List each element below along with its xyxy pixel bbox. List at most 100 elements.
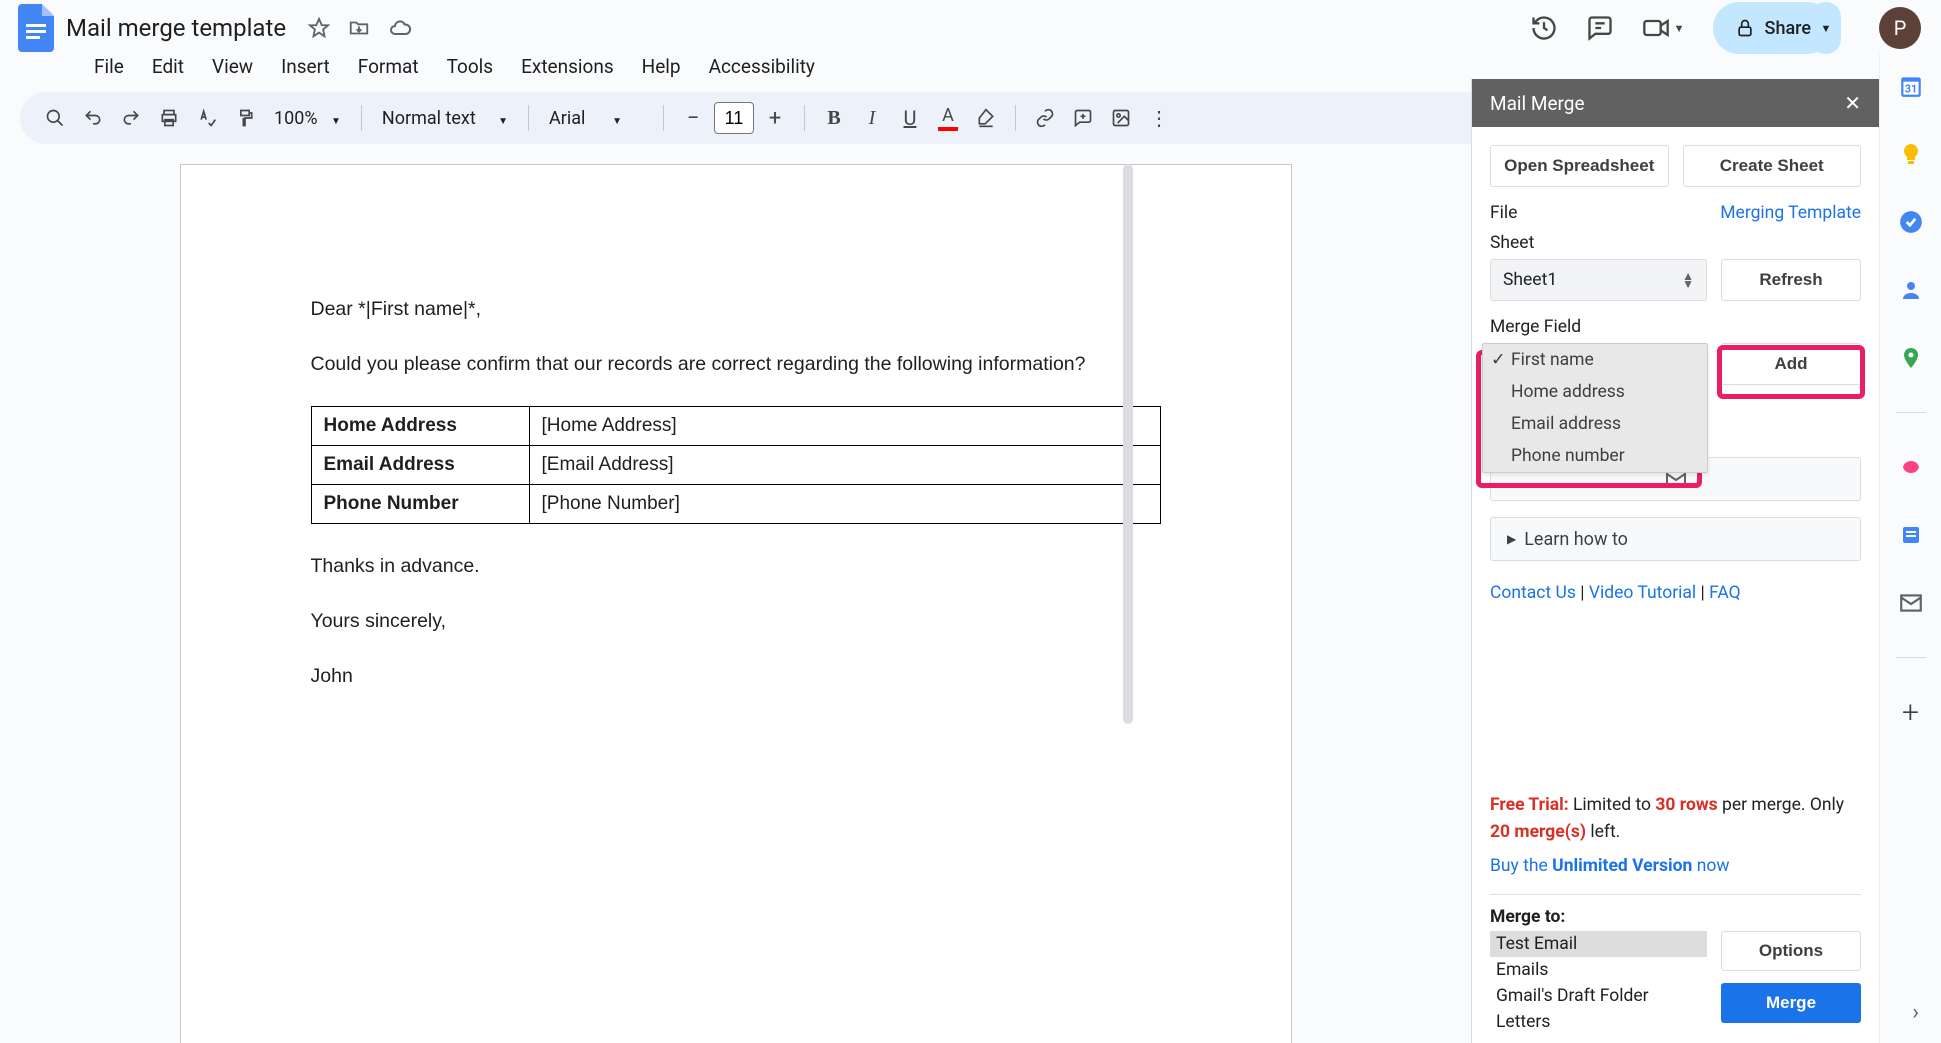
- menu-help[interactable]: Help: [630, 51, 693, 82]
- text-color-icon[interactable]: A: [931, 101, 965, 135]
- lock-icon: [1735, 18, 1755, 38]
- zoom-select[interactable]: 100% ▼: [266, 108, 349, 129]
- docs-logo-icon[interactable]: [10, 2, 62, 54]
- star-icon[interactable]: [308, 17, 330, 39]
- highlight-color-icon[interactable]: [969, 101, 1003, 135]
- history-icon[interactable]: [1530, 14, 1558, 42]
- merge-to-option[interactable]: Gmail's Draft Folder: [1490, 983, 1707, 1009]
- add-button[interactable]: Add: [1721, 343, 1861, 385]
- contacts-icon[interactable]: [1897, 276, 1925, 304]
- merge-field-option[interactable]: Phone number: [1483, 440, 1707, 472]
- merge-field-option[interactable]: First name: [1483, 344, 1707, 376]
- menu-extensions[interactable]: Extensions: [509, 51, 626, 82]
- table-value[interactable]: [Phone Number]: [529, 484, 1160, 523]
- side-rail: 31 +: [1879, 54, 1941, 1043]
- merge-to-list[interactable]: Test Email Emails Gmail's Draft Folder L…: [1490, 931, 1707, 1035]
- doc-signature[interactable]: John: [311, 662, 1161, 691]
- print-icon[interactable]: [152, 101, 186, 135]
- sheet-label: Sheet: [1490, 233, 1861, 253]
- insert-comment-icon[interactable]: [1066, 101, 1100, 135]
- comments-icon[interactable]: [1586, 14, 1614, 42]
- refresh-button[interactable]: Refresh: [1721, 259, 1861, 301]
- move-icon[interactable]: [348, 17, 370, 39]
- merge-to-option[interactable]: Letters: [1490, 1009, 1707, 1035]
- panel-title: Mail Merge: [1490, 92, 1585, 115]
- tasks-icon[interactable]: [1897, 208, 1925, 236]
- merge-field-label: Merge Field: [1490, 317, 1861, 337]
- menu-file[interactable]: File: [82, 51, 136, 82]
- merging-template-link[interactable]: Merging Template: [1720, 203, 1861, 223]
- bold-icon[interactable]: B: [817, 101, 851, 135]
- addon-icon-2[interactable]: [1897, 521, 1925, 549]
- table-label[interactable]: Home Address: [311, 406, 529, 445]
- table-label[interactable]: Phone Number: [311, 484, 529, 523]
- maps-icon[interactable]: [1897, 344, 1925, 372]
- table-value[interactable]: [Home Address]: [529, 406, 1160, 445]
- increase-font-icon[interactable]: +: [758, 101, 792, 135]
- faq-link[interactable]: FAQ: [1709, 583, 1741, 603]
- meet-icon[interactable]: ▼: [1642, 14, 1685, 42]
- merge-field-option[interactable]: Home address: [1483, 376, 1707, 408]
- video-tutorial-link[interactable]: Video Tutorial: [1589, 583, 1696, 603]
- font-family-select[interactable]: Arial ▼: [541, 108, 651, 129]
- search-icon[interactable]: [38, 101, 72, 135]
- doc-intro[interactable]: Could you please confirm that our record…: [311, 350, 1161, 379]
- learn-how-to[interactable]: ▶ Learn how to: [1490, 517, 1861, 561]
- addon-icon-1[interactable]: [1897, 453, 1925, 481]
- paragraph-style-select[interactable]: Normal text ▼: [374, 108, 516, 129]
- italic-icon[interactable]: I: [855, 101, 889, 135]
- expand-rail-icon[interactable]: ›: [1912, 1000, 1919, 1025]
- contact-link[interactable]: Contact Us: [1490, 583, 1576, 603]
- menu-tools[interactable]: Tools: [435, 51, 506, 82]
- doc-greeting[interactable]: Dear *|First name|*,: [311, 295, 1161, 324]
- document-canvas[interactable]: Dear *|First name|*, Could you please co…: [0, 154, 1471, 1043]
- merge-field-dropdown[interactable]: First name Home address Email address Ph…: [1482, 343, 1708, 473]
- spellcheck-icon[interactable]: [190, 101, 224, 135]
- redo-icon[interactable]: [114, 101, 148, 135]
- table-row: Home Address[Home Address]: [311, 406, 1160, 445]
- undo-icon[interactable]: [76, 101, 110, 135]
- table-label[interactable]: Email Address: [311, 445, 529, 484]
- merge-to-label: Merge to:: [1490, 907, 1861, 927]
- merge-to-option[interactable]: Test Email: [1490, 931, 1707, 957]
- menu-format[interactable]: Format: [346, 51, 431, 82]
- merge-to-option[interactable]: Emails: [1490, 957, 1707, 983]
- close-icon[interactable]: ✕: [1844, 91, 1861, 115]
- menu-insert[interactable]: Insert: [269, 51, 342, 82]
- cloud-status-icon[interactable]: [388, 16, 412, 40]
- buy-unlimited-link[interactable]: Buy the Unlimited Version now: [1490, 856, 1861, 895]
- document-title[interactable]: Mail merge template: [66, 14, 286, 42]
- open-spreadsheet-button[interactable]: Open Spreadsheet: [1490, 145, 1669, 187]
- menu-edit[interactable]: Edit: [140, 51, 196, 82]
- doc-closing1[interactable]: Thanks in advance.: [311, 552, 1161, 581]
- merge-field-option[interactable]: Email address: [1483, 408, 1707, 440]
- mail-merge-panel: Mail Merge ✕ Open Spreadsheet Create She…: [1471, 79, 1879, 1043]
- doc-table[interactable]: Home Address[Home Address] Email Address…: [311, 406, 1161, 524]
- trial-notice: Free Trial: Limited to 30 rows per merge…: [1490, 792, 1861, 846]
- insert-link-icon[interactable]: [1028, 101, 1062, 135]
- underline-icon[interactable]: U: [893, 101, 927, 135]
- svg-text:31: 31: [1904, 83, 1916, 96]
- scrollbar[interactable]: [1123, 164, 1133, 724]
- sheet-select[interactable]: Sheet1 ▲▼: [1490, 259, 1707, 301]
- header-bar: Mail merge template ▼ Share ▼ P: [0, 0, 1941, 48]
- merge-button[interactable]: Merge: [1721, 983, 1861, 1023]
- more-icon[interactable]: ⋮: [1142, 101, 1176, 135]
- insert-image-icon[interactable]: [1104, 101, 1138, 135]
- menu-view[interactable]: View: [200, 51, 265, 82]
- menu-accessibility[interactable]: Accessibility: [697, 51, 827, 82]
- table-value[interactable]: [Email Address]: [529, 445, 1160, 484]
- options-button[interactable]: Options: [1721, 931, 1861, 971]
- share-dropdown[interactable]: ▼: [1811, 2, 1841, 54]
- account-avatar[interactable]: P: [1879, 7, 1921, 49]
- calendar-icon[interactable]: 31: [1897, 72, 1925, 100]
- keep-icon[interactable]: [1897, 140, 1925, 168]
- add-addon-icon[interactable]: +: [1897, 698, 1925, 726]
- font-size-input[interactable]: [714, 102, 754, 134]
- addon-icon-mail[interactable]: [1897, 589, 1925, 617]
- table-row: Phone Number[Phone Number]: [311, 484, 1160, 523]
- create-sheet-button[interactable]: Create Sheet: [1683, 145, 1862, 187]
- decrease-font-icon[interactable]: −: [676, 101, 710, 135]
- doc-closing2[interactable]: Yours sincerely,: [311, 607, 1161, 636]
- paint-format-icon[interactable]: [228, 101, 262, 135]
